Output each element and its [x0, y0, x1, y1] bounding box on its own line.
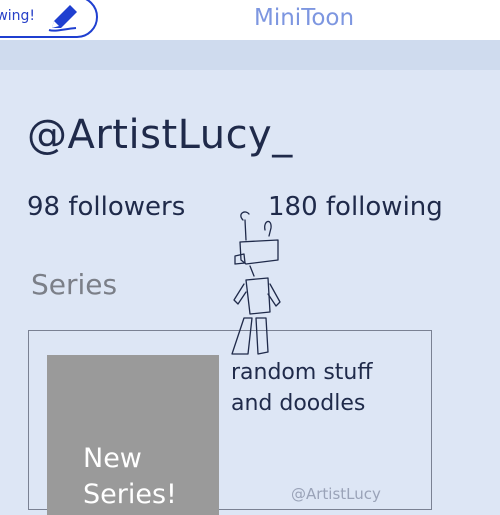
series-section-title: Series — [31, 268, 118, 301]
following-count[interactable]: 180 following — [268, 192, 443, 222]
series-cover[interactable]: New Series! — [47, 355, 219, 515]
series-cover-text: New Series! — [83, 443, 177, 510]
drawing-button[interactable]: rawing! — [0, 0, 98, 38]
app-title: MiniToon — [254, 5, 355, 31]
series-description: random stuff and doodles — [231, 360, 373, 416]
series-author: @ArtistLucy — [291, 485, 381, 503]
drawing-button-label: rawing! — [0, 8, 36, 24]
robot-doodle — [231, 211, 281, 355]
profile-username: @ArtistLucy_ — [27, 112, 293, 158]
followers-count[interactable]: 98 followers — [27, 192, 185, 222]
top-bar-divider — [0, 40, 500, 70]
pencil-icon — [46, 2, 80, 36]
